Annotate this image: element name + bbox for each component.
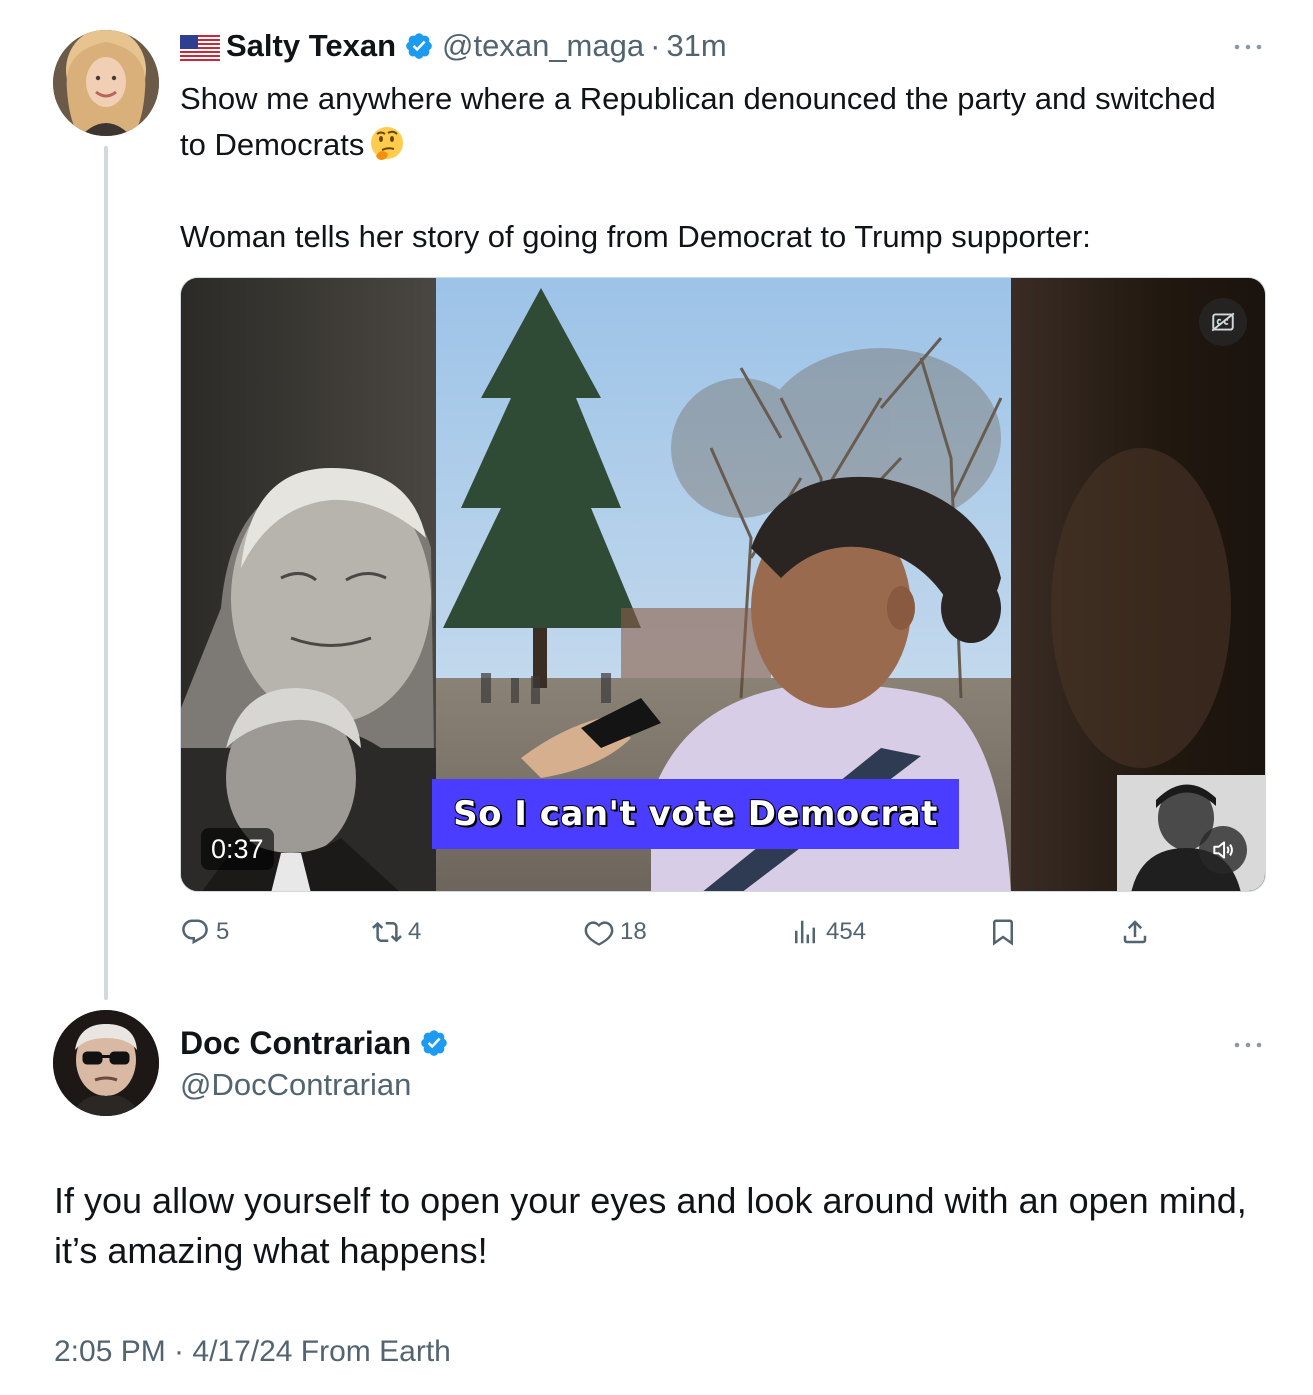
retweet-icon	[372, 921, 402, 943]
tweet-meta[interactable]: 2:05 PM · 4/17/24 From Earth	[54, 1330, 451, 1374]
handle[interactable]: @texan_maga	[442, 28, 644, 64]
reply-icon	[182, 919, 208, 945]
like-count: 18	[620, 918, 647, 945]
reply-count: 5	[216, 918, 230, 945]
speaker-icon[interactable]	[1199, 826, 1247, 874]
heart-icon	[584, 921, 614, 946]
display-name[interactable]: Doc Contrarian	[180, 1025, 411, 1062]
video-caption: So I can't vote Democrat	[432, 779, 959, 849]
verified-badge-icon	[404, 31, 434, 61]
tweet-actions: 5 4 18 454	[180, 912, 1160, 952]
avatar-image	[53, 30, 159, 136]
tweet-text: Show me anywhere where a Republican deno…	[180, 76, 1240, 260]
display-name[interactable]: Salty Texan	[226, 28, 396, 64]
share-button[interactable]	[1120, 912, 1156, 952]
retweet-button[interactable]: 4	[372, 912, 421, 952]
tweet-text-line1: Show me anywhere where a Republican deno…	[180, 81, 1216, 162]
retweet-count: 4	[408, 918, 422, 945]
tweet-header: Salty Texan @texan_maga · 31m	[180, 26, 727, 66]
bookmark-icon	[993, 919, 1013, 946]
share-icon	[1123, 920, 1147, 944]
handle[interactable]: @DocContrarian	[180, 1064, 411, 1106]
reply-button[interactable]: 5	[180, 912, 229, 952]
video-duration: 0:37	[201, 828, 274, 870]
more-horizontal-icon[interactable]	[1233, 1028, 1263, 1054]
views-count: 454	[826, 918, 867, 945]
avatar[interactable]	[53, 1010, 159, 1116]
bookmark-button[interactable]	[988, 912, 1024, 952]
thread-line	[104, 146, 108, 1000]
reply-header: Doc Contrarian	[180, 1022, 457, 1064]
like-button[interactable]: 18	[584, 912, 647, 952]
avatar[interactable]	[53, 30, 159, 136]
us-flag-icon	[180, 33, 220, 61]
timestamp[interactable]: 31m	[666, 28, 726, 64]
verified-badge-icon	[419, 1028, 449, 1058]
captions-icon[interactable]	[1199, 298, 1247, 346]
reply-text: If you allow yourself to open your eyes …	[54, 1180, 1247, 1271]
video-player[interactable]: So I can't vote Democrat 0:37	[180, 277, 1266, 892]
more-horizontal-icon[interactable]	[1233, 30, 1263, 56]
video-caption-text: So I can't vote Democrat	[452, 793, 938, 835]
avatar-image	[53, 1010, 159, 1116]
thinking-face-icon	[368, 125, 406, 163]
views-icon	[795, 920, 815, 944]
views-button[interactable]: 454	[790, 912, 866, 952]
tweet-text-line2: Woman tells her story of going from Demo…	[180, 219, 1091, 254]
separator: ·	[650, 28, 661, 63]
